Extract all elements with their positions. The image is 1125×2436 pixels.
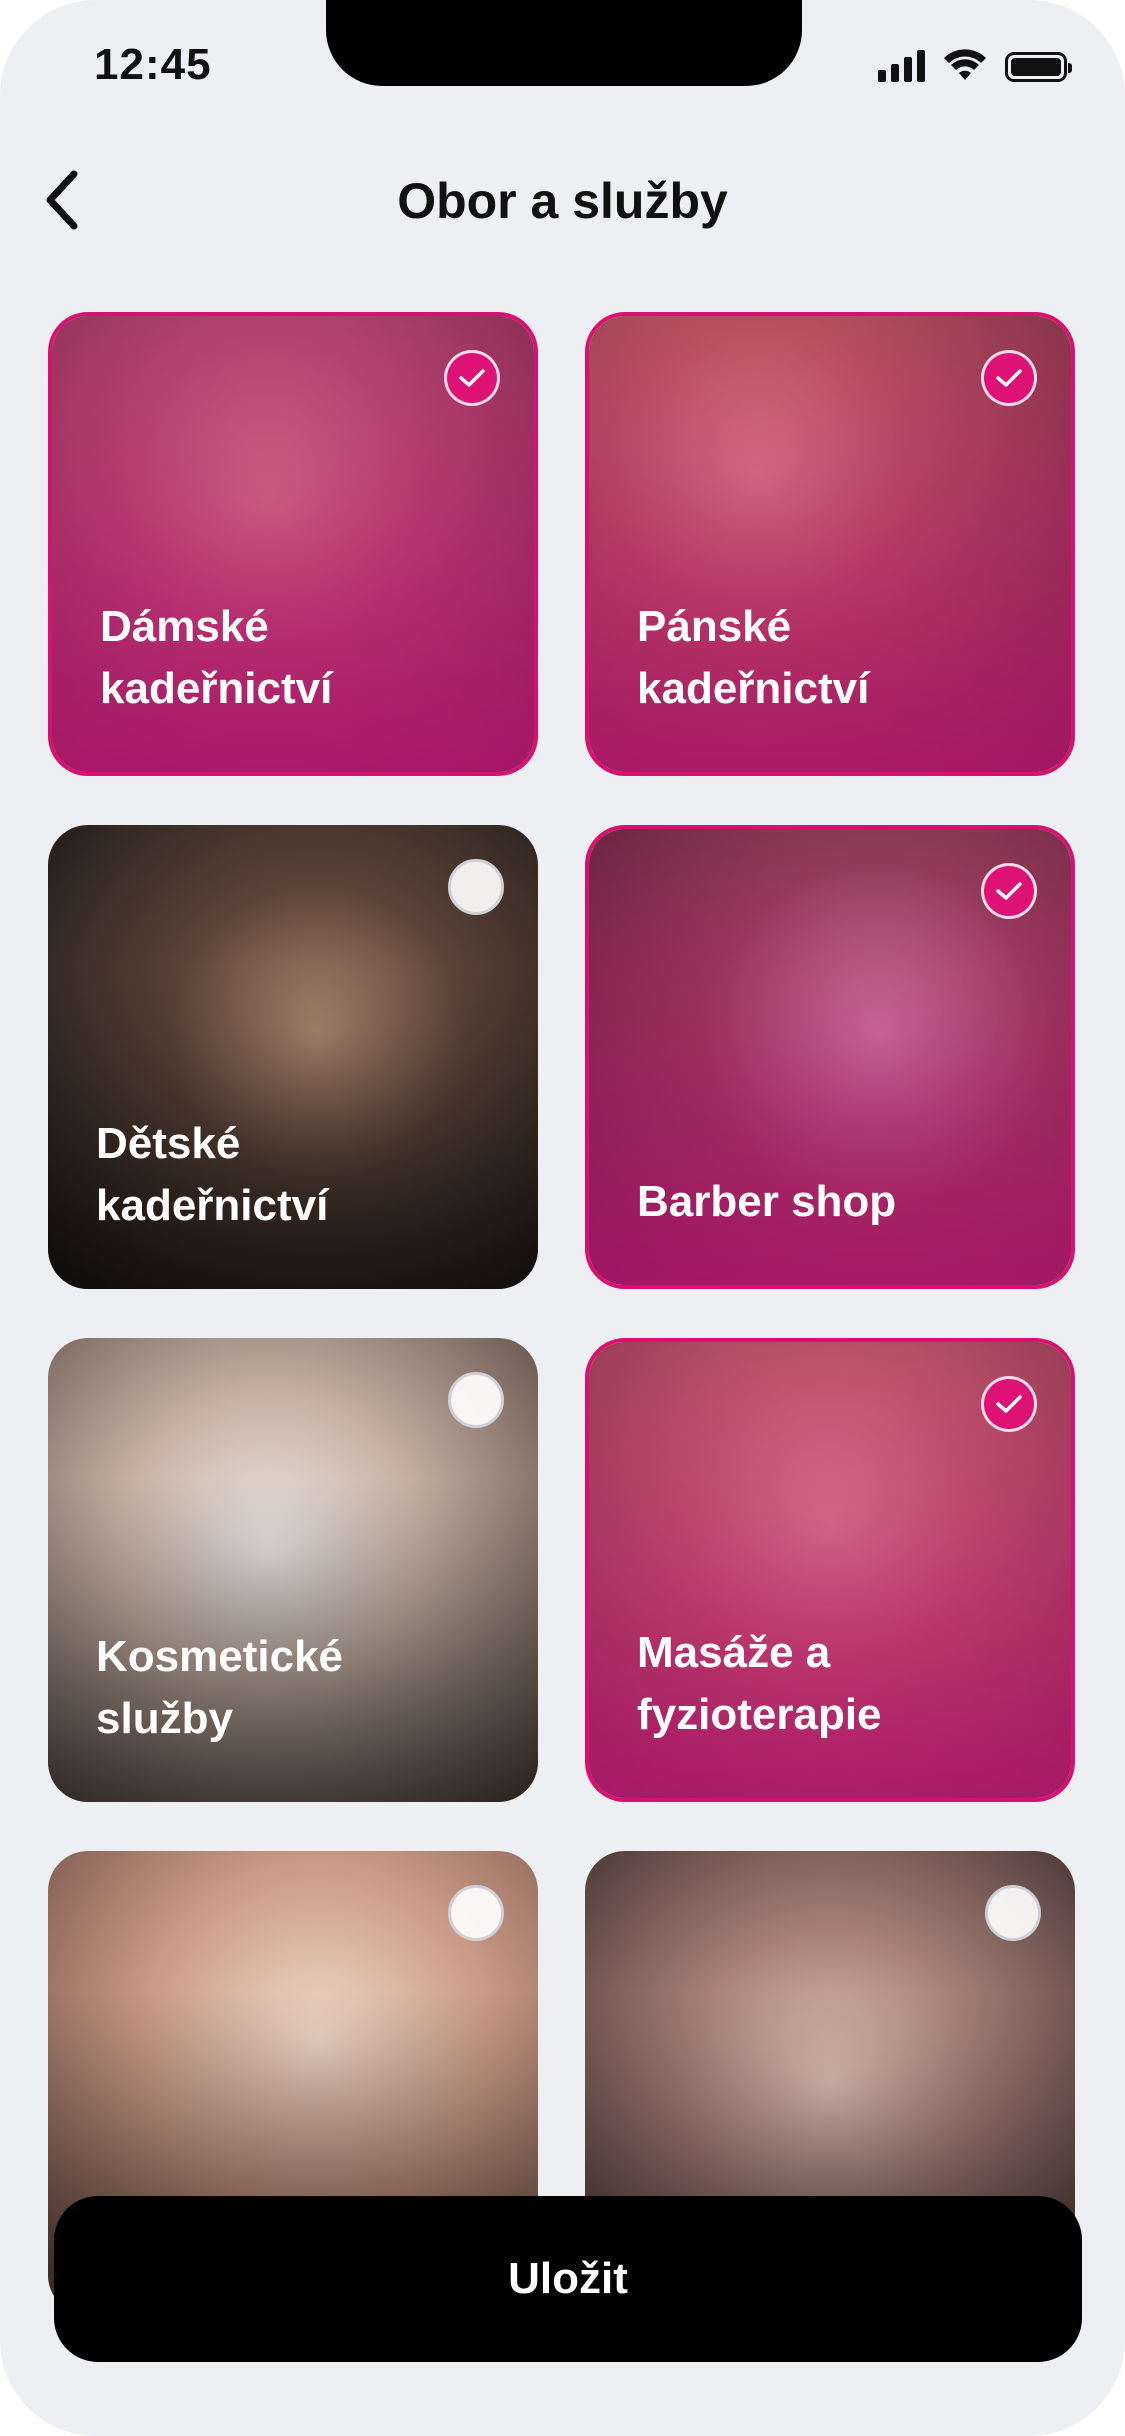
checkmark-icon (459, 369, 485, 387)
checkbox-checked[interactable] (981, 350, 1037, 406)
category-card[interactable]: Masáže a fyzioterapie (585, 1338, 1075, 1802)
checkbox-unchecked[interactable] (985, 1885, 1041, 1941)
category-card[interactable]: Dětské kadeřnictví (48, 825, 538, 1289)
category-label: Dámské kadeřnictví (100, 602, 333, 713)
checkmark-icon (996, 882, 1022, 900)
category-card[interactable]: Kosmetické služby (48, 1338, 538, 1802)
category-grid: Dámské kadeřnictví Pánské kadeřnictví Děts… (0, 0, 1125, 2436)
category-label: Pánské kadeřnictví (637, 602, 870, 713)
category-card[interactable]: Pánské kadeřnictví (585, 312, 1075, 776)
checkbox-unchecked[interactable] (448, 859, 504, 915)
category-card[interactable]: Dámské kadeřnictví (48, 312, 538, 776)
checkmark-icon (996, 1395, 1022, 1413)
checkbox-checked[interactable] (444, 350, 500, 406)
checkbox-checked[interactable] (981, 863, 1037, 919)
checkbox-checked[interactable] (981, 1376, 1037, 1432)
category-card[interactable]: Barber shop (585, 825, 1075, 1289)
category-label: Dětské kadeřnictví (96, 1119, 329, 1230)
checkmark-icon (996, 369, 1022, 387)
category-label: Barber shop (637, 1177, 897, 1226)
category-label: Kosmetické služby (96, 1632, 344, 1743)
category-label: Masáže a fyzioterapie (637, 1628, 882, 1739)
checkbox-unchecked[interactable] (448, 1372, 504, 1428)
phone-screen: 12:45 Obor a služby Dámské kadeřnictví Pá… (0, 0, 1125, 2436)
checkbox-unchecked[interactable] (448, 1885, 504, 1941)
save-button[interactable]: Uložit (54, 2196, 1082, 2362)
